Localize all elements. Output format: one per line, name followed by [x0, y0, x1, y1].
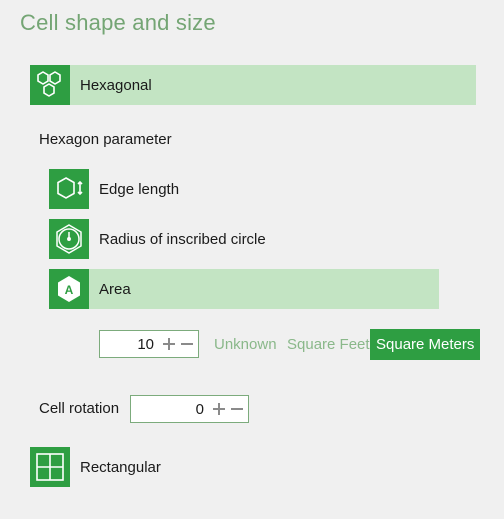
grid-icon — [30, 447, 70, 487]
parameter-option-inscribed-radius[interactable]: Radius of inscribed circle — [49, 219, 439, 259]
shape-option-label: Hexagonal — [80, 76, 152, 94]
hexagon-inscribed-circle-icon — [49, 219, 89, 259]
decrement-icon[interactable] — [178, 331, 196, 357]
shape-option-hexagonal[interactable]: Hexagonal — [30, 65, 476, 105]
area-value-input[interactable]: 10 — [100, 336, 160, 353]
unit-option-square-feet[interactable]: Square Feet — [287, 329, 370, 360]
area-value-stepper[interactable]: 10 — [99, 330, 199, 358]
shape-option-label: Rectangular — [80, 458, 161, 476]
unit-option-square-meters[interactable]: Square Meters — [370, 329, 481, 360]
hexagon-parameter-heading: Hexagon parameter — [39, 131, 172, 148]
shape-option-rectangular[interactable]: Rectangular — [30, 447, 476, 487]
cell-rotation-label: Cell rotation — [39, 400, 120, 417]
parameter-option-edge-length[interactable]: Edge length — [49, 169, 439, 209]
cell-rotation-stepper[interactable]: 0 — [130, 395, 249, 423]
area-icon-letter: A — [65, 283, 74, 297]
parameter-option-label: Radius of inscribed circle — [99, 230, 266, 248]
hexagon-area-icon: A — [49, 269, 89, 309]
hexagon-edge-icon — [49, 169, 89, 209]
page-title: Cell shape and size — [20, 10, 216, 35]
parameter-option-label: Area — [99, 280, 131, 298]
increment-icon[interactable] — [210, 396, 228, 422]
increment-icon[interactable] — [160, 331, 178, 357]
decrement-icon[interactable] — [228, 396, 246, 422]
parameter-option-area[interactable]: A Area — [49, 269, 439, 309]
hexagon-cluster-icon — [30, 65, 70, 105]
unit-option-unknown[interactable]: Unknown — [214, 329, 277, 360]
cell-rotation-input[interactable]: 0 — [131, 401, 210, 418]
parameter-option-label: Edge length — [99, 180, 180, 198]
